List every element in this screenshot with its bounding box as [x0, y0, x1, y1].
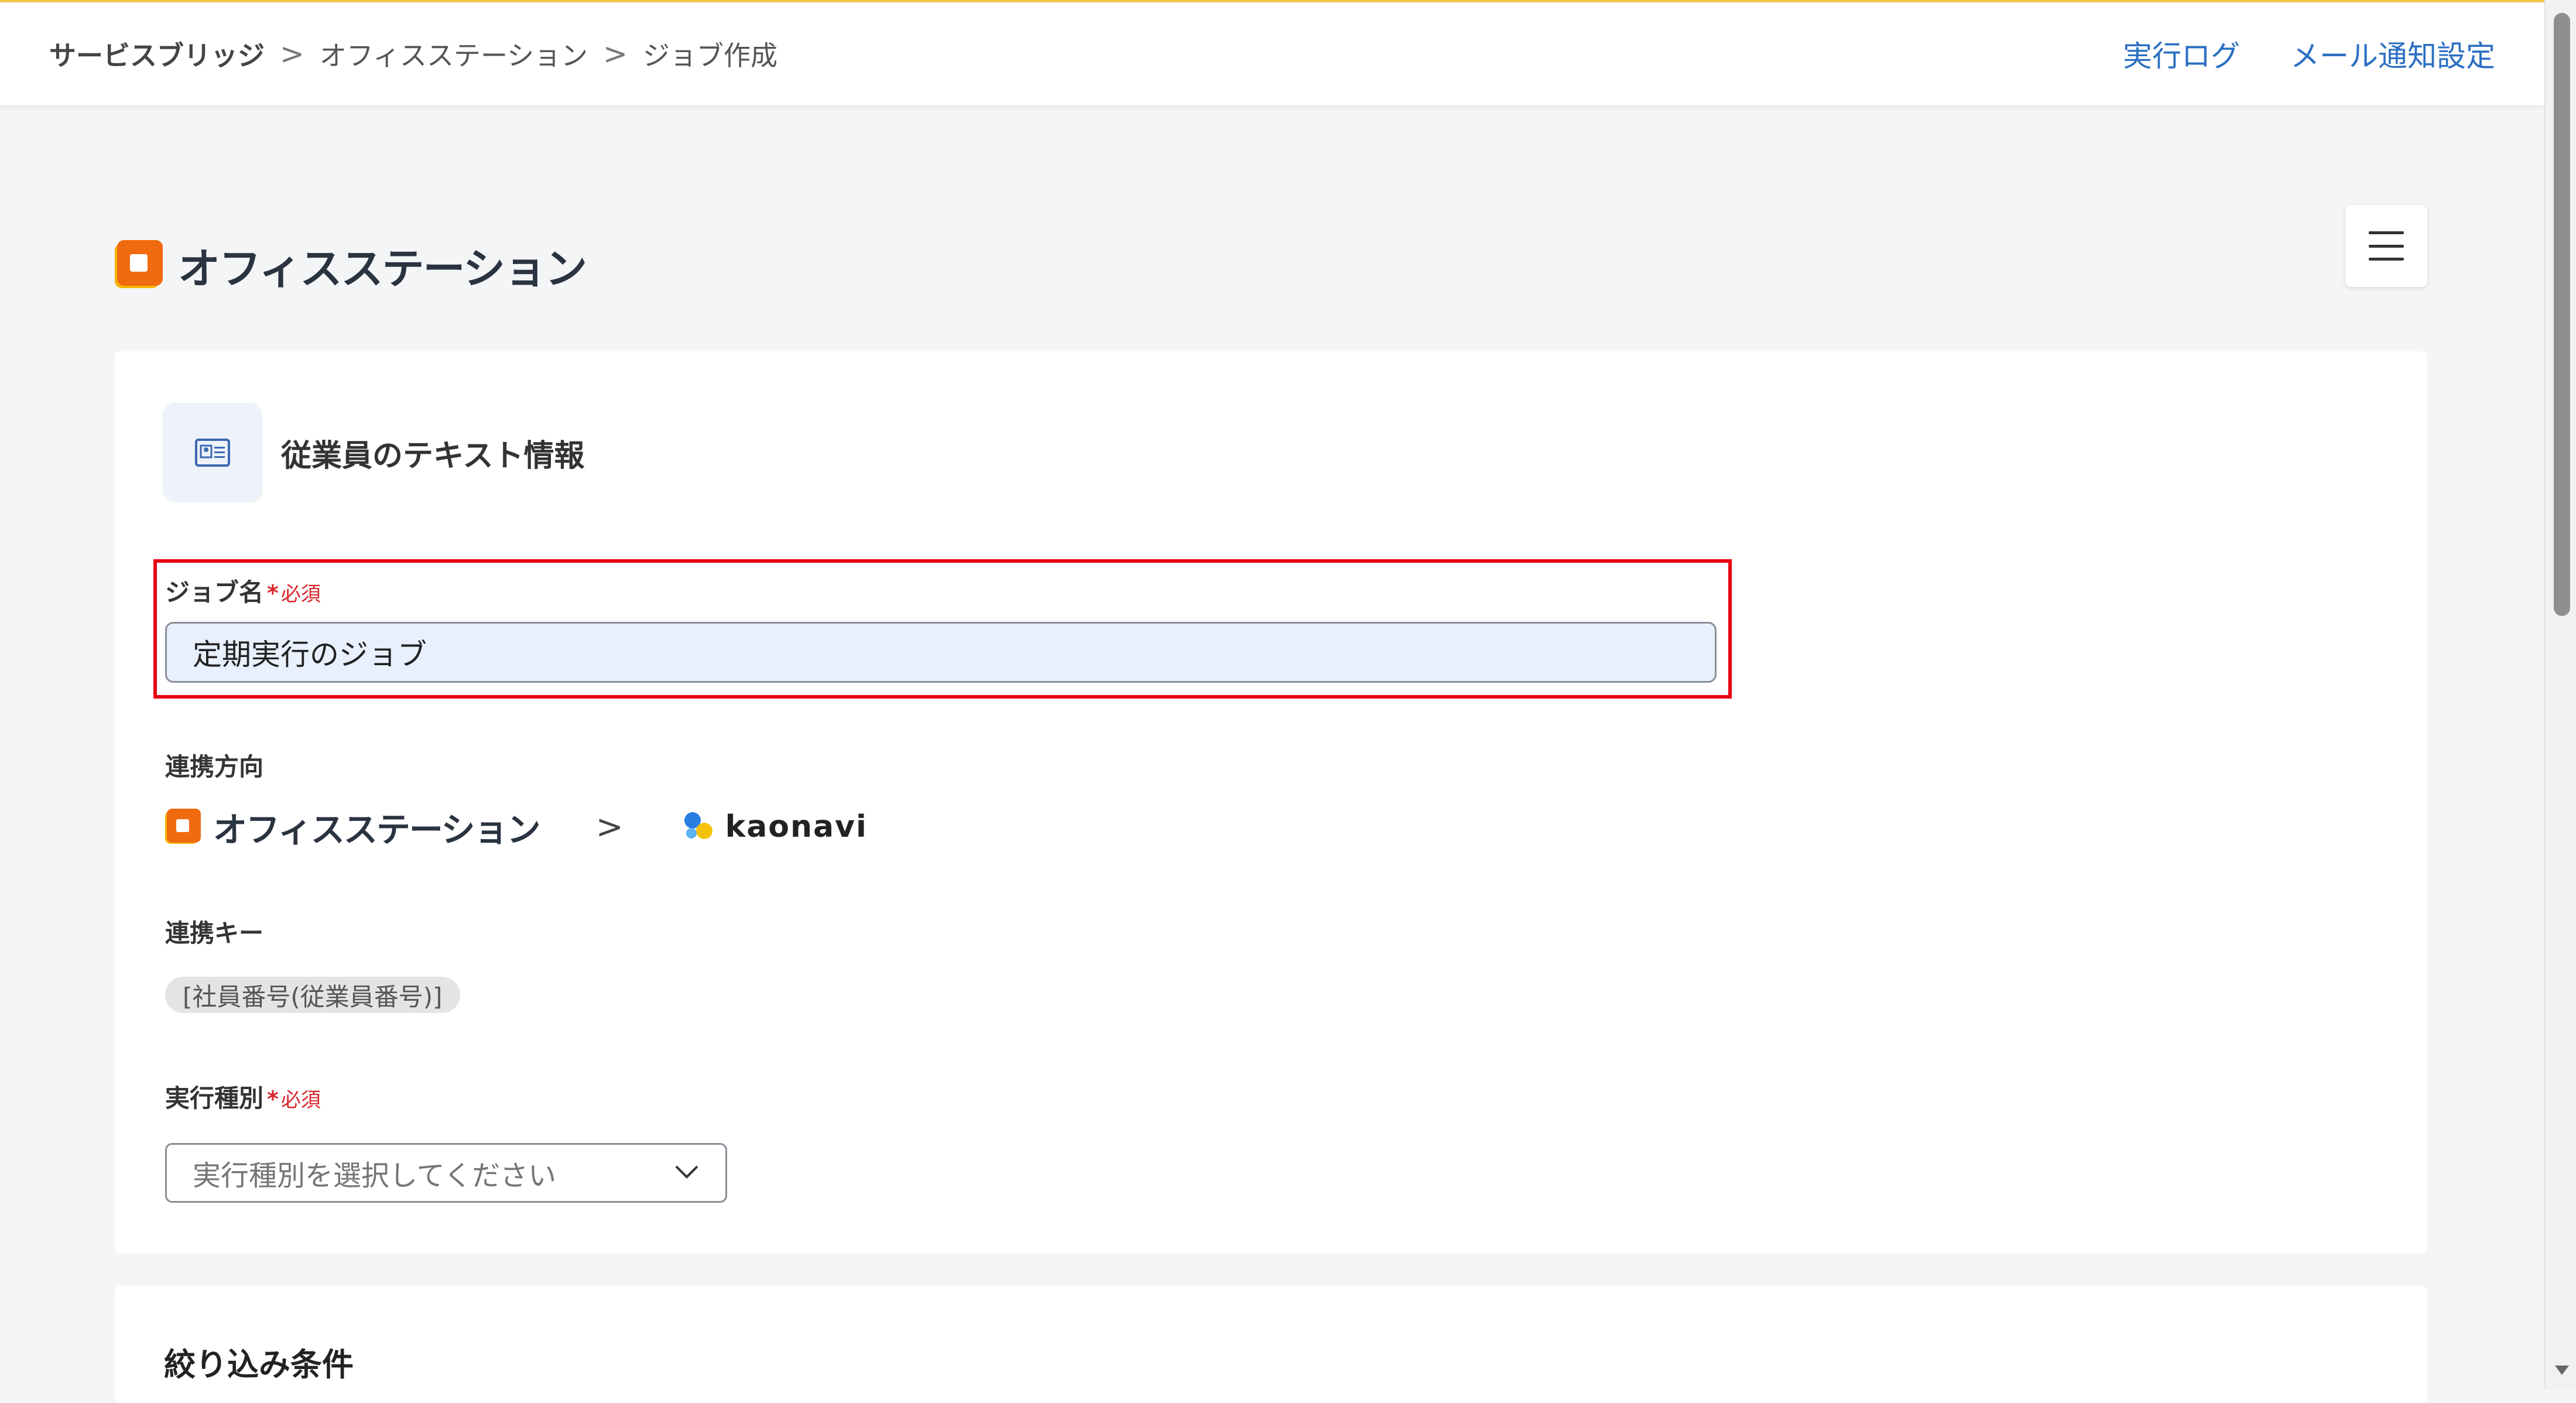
hamburger-icon	[2369, 231, 2404, 261]
scroll-down-arrow-icon[interactable]	[2555, 1366, 2569, 1375]
direction-label: 連携方向	[165, 752, 264, 781]
filter-card: 絞り込み条件	[115, 1286, 2427, 1403]
menu-button[interactable]	[2345, 205, 2427, 287]
vertical-scrollbar[interactable]	[2544, 0, 2576, 1390]
header-links: 実行ログ メール通知設定	[2123, 33, 2495, 75]
chevron-right-icon: >	[595, 807, 624, 846]
breadcrumb: サービスブリッジ > オフィスステーション > ジョブ作成	[49, 35, 777, 73]
breadcrumb-separator: >	[603, 37, 628, 71]
data-type-label: 従業員のテキスト情報	[281, 438, 585, 474]
mail-settings-link[interactable]: メール通知設定	[2290, 33, 2495, 75]
chevron-down-icon	[674, 1164, 700, 1182]
job-name-input[interactable]	[165, 622, 1717, 683]
select-placeholder: 実行種別を選択してください	[193, 1159, 557, 1192]
breadcrumb-item-job-create: ジョブ作成	[642, 40, 777, 71]
breadcrumb-root[interactable]: サービスブリッジ	[49, 35, 265, 73]
id-card-icon	[163, 403, 262, 502]
execution-log-link[interactable]: 実行ログ	[2123, 33, 2240, 75]
direction-source: オフィスステーション	[213, 810, 541, 850]
top-bar: サービスブリッジ > オフィスステーション > ジョブ作成 実行ログ メール通知…	[0, 0, 2544, 105]
scrollbar-thumb[interactable]	[2554, 13, 2570, 616]
breadcrumb-item-office-station[interactable]: オフィスステーション	[320, 35, 588, 73]
data-type-header: 従業員のテキスト情報	[163, 403, 584, 502]
brand-header: オフィスステーション	[115, 234, 587, 296]
link-key-label: 連携キー	[165, 919, 264, 947]
filter-title: 絞り込み条件	[164, 1346, 354, 1383]
link-key-chip: [社員番号(従業員番号)]	[165, 977, 460, 1013]
kaonavi-logo-icon	[679, 807, 717, 846]
breadcrumb-separator: >	[280, 37, 304, 71]
direction-target: kaonavi	[725, 809, 868, 844]
execution-type-select[interactable]: 実行種別を選択してください	[165, 1143, 727, 1203]
office-station-logo-icon	[115, 239, 165, 290]
brand-name: オフィスステーション	[178, 244, 587, 293]
office-station-logo-icon	[165, 809, 201, 845]
direction-row: オフィスステーション > kaonavi	[165, 802, 868, 851]
execution-type-label: 実行種別 * 必須	[165, 1084, 321, 1113]
